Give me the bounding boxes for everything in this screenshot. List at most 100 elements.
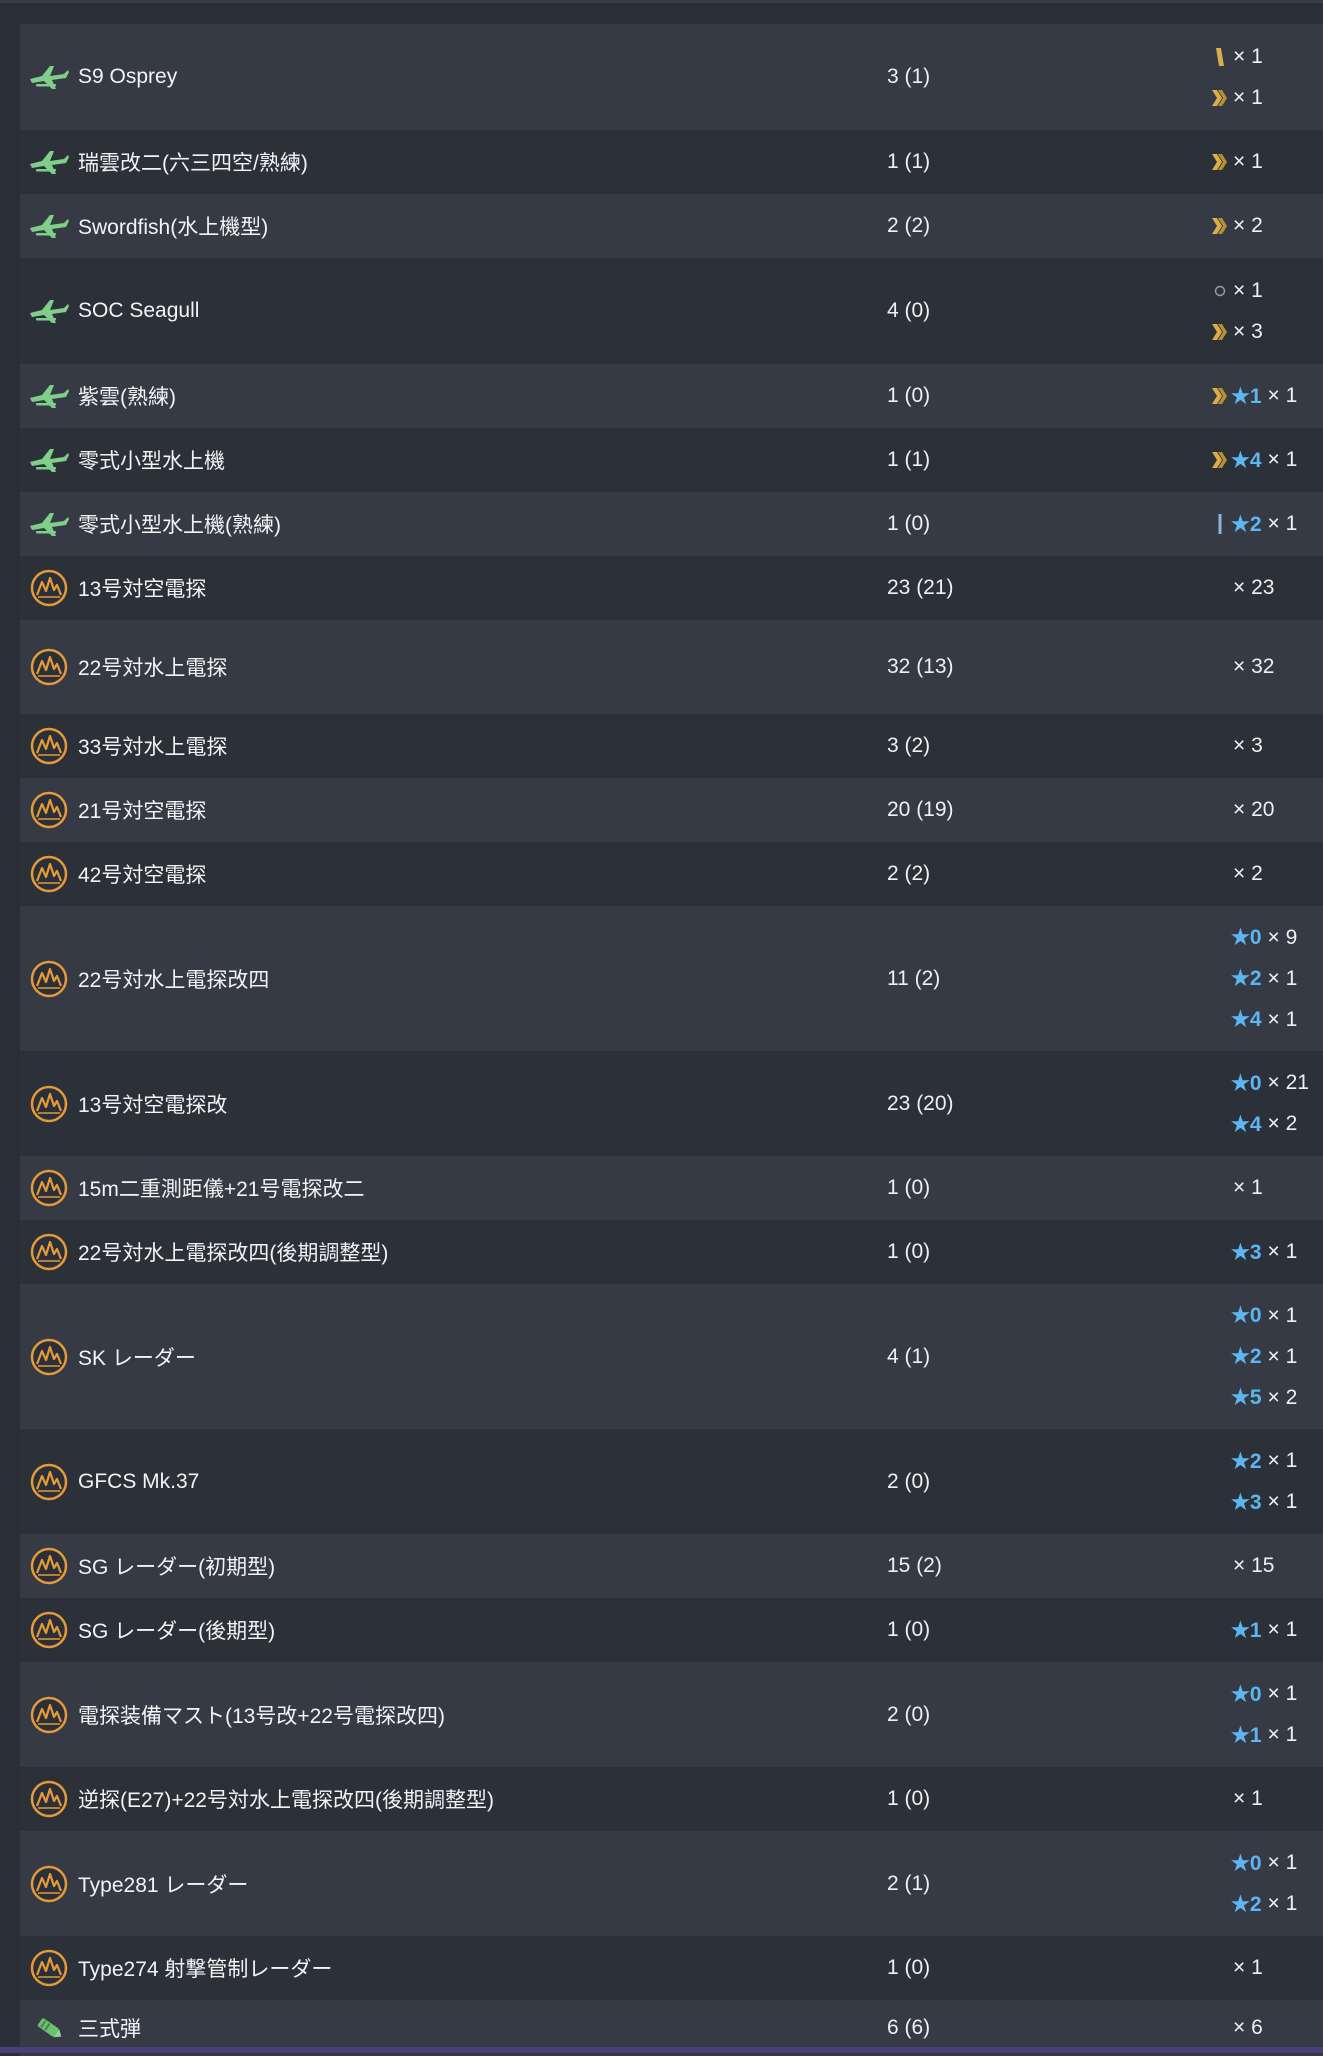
table-row[interactable]: 22号対水上電探 32 (13) × 32 [20, 620, 1323, 714]
equipment-count: 15 (2) [887, 1554, 942, 1577]
equipment-count: 1 (0) [887, 384, 931, 407]
quantity-label: × 1 [1267, 1449, 1298, 1472]
improvement-list: × 2 [1209, 854, 1263, 895]
quantity-label: × 1 [1267, 1490, 1298, 1513]
quantity-label: × 6 [1233, 2016, 1263, 2039]
quantity-label: × 20 [1233, 798, 1275, 821]
table-row[interactable]: SG レーダー(初期型) 15 (2) × 15 [20, 1534, 1323, 1598]
improvement-list: ★0 × 1 ★1 × 1 [1209, 1674, 1297, 1756]
table-row[interactable]: 33号対水上電探 3 (2) × 3 [20, 714, 1323, 778]
radar-icon [26, 723, 72, 769]
table-row[interactable]: GFCS Mk.37 2 (0) ★2 × 1 ★3 × 1 [20, 1429, 1323, 1534]
radar-icon [26, 1692, 72, 1738]
quantity-label: × 15 [1233, 1554, 1275, 1577]
table-row[interactable]: 零式小型水上機(熟練) 1 (0) ★2 × 1 [20, 492, 1323, 556]
equipment-count: 1 (1) [887, 448, 931, 471]
improvement-list: ★3 × 1 [1209, 1232, 1297, 1273]
quantity-label: × 1 [1267, 1303, 1298, 1327]
improvement-star: ★0 [1231, 1304, 1262, 1327]
radar-icon [26, 1543, 72, 1589]
seaplane-icon [26, 501, 72, 547]
improvement-list: × 1 [1209, 142, 1263, 183]
equipment-name: SG レーダー(後期型) [78, 1620, 276, 1643]
improvement-list: × 1 × 3 [1209, 270, 1263, 352]
radar-icon [26, 1945, 72, 1991]
quantity-label: × 3 [1233, 734, 1263, 757]
improvement-entry: × 20 [1209, 790, 1274, 831]
improvement-star: ★0 [1231, 1071, 1262, 1095]
equipment-name: Type274 射撃管制レーダー [78, 1958, 333, 1981]
improvement-list: × 20 [1209, 790, 1274, 831]
improvement-entry: × 1 [1209, 1779, 1263, 1820]
name-cell: SOC Seagull [20, 288, 887, 334]
equipment-name: 紫雲(熟練) [78, 386, 176, 409]
improvement-list: ★0 × 1 ★2 × 1 [1209, 1843, 1297, 1925]
table-row[interactable]: SK レーダー 4 (1) ★0 × 1 ★2 × 1 ★5 × 2 [20, 1284, 1323, 1429]
improvement-star: ★4 [1231, 448, 1262, 472]
table-row[interactable]: SOC Seagull 4 (0) × 1 × 3 [20, 258, 1323, 364]
table-row[interactable]: 42号対空電探 2 (2) × 2 [20, 842, 1323, 906]
name-cell: 22号対水上電探改四(後期調整型) [20, 1229, 887, 1275]
equipment-count: 3 (2) [887, 734, 931, 757]
improvement-entry: × 1 [1209, 1168, 1263, 1209]
improvement-list: × 1 [1209, 1948, 1263, 1989]
equipment-count: 23 (20) [887, 1091, 954, 1115]
name-cell: Swordfish(水上機型) [20, 203, 887, 249]
quantity-label: × 1 [1267, 1007, 1298, 1031]
improvement-list: ★0 × 1 ★2 × 1 ★5 × 2 [1209, 1295, 1297, 1418]
name-cell: 逆探(E27)+22号対水上電探改四(後期調整型) [20, 1776, 887, 1822]
improvement-entry: ★0 × 9 [1209, 917, 1297, 958]
radar-icon [26, 565, 72, 611]
table-row[interactable]: 22号対水上電探改四 11 (2) ★0 × 9 ★2 × 1 ★4 × 1 [20, 906, 1323, 1051]
equipment-count: 1 (0) [887, 1956, 931, 1979]
table-row[interactable]: 逆探(E27)+22号対水上電探改四(後期調整型) 1 (0) × 1 [20, 1767, 1323, 1831]
quantity-label: × 1 [1233, 1956, 1263, 1979]
improvement-entry: × 3 [1209, 311, 1263, 352]
improvement-entry: × 32 [1209, 647, 1274, 688]
improvement-entry: ★2 × 1 [1209, 1336, 1297, 1377]
table-row[interactable]: 電探装備マスト(13号改+22号電探改四) 2 (0) ★0 × 1 ★1 × 1 [20, 1662, 1323, 1767]
table-row[interactable]: SG レーダー(後期型) 1 (0) ★1 × 1 [20, 1598, 1323, 1662]
table-row[interactable]: 紫雲(熟練) 1 (0) ★1 × 1 [20, 364, 1323, 428]
table-row[interactable]: 21号対空電探 20 (19) × 20 [20, 778, 1323, 842]
radar-icon [26, 956, 72, 1002]
name-cell: 電探装備マスト(13号改+22号電探改四) [20, 1692, 887, 1738]
table-row[interactable]: Swordfish(水上機型) 2 (2) × 2 [20, 194, 1323, 258]
table-row[interactable]: 22号対水上電探改四(後期調整型) 1 (0) ★3 × 1 [20, 1220, 1323, 1284]
table-row[interactable]: 13号対空電探改 23 (20) ★0 × 21 ★4 × 2 [20, 1051, 1323, 1156]
name-cell: 零式小型水上機(熟練) [20, 501, 887, 547]
equipment-name: 零式小型水上機 [78, 450, 225, 473]
equipment-count: 1 (0) [887, 1176, 931, 1199]
improvement-entry: × 23 [1209, 568, 1274, 609]
improvement-star: ★5 [1231, 1386, 1262, 1409]
equipment-name: 逆探(E27)+22号対水上電探改四(後期調整型) [78, 1789, 494, 1812]
name-cell: 13号対空電探 [20, 565, 887, 611]
equipment-count: 1 (1) [887, 150, 931, 173]
equipment-name: 22号対水上電探改四(後期調整型) [78, 1242, 389, 1265]
improvement-entry: ★3 × 1 [1209, 1232, 1297, 1273]
improvement-star: ★2 [1231, 967, 1262, 990]
improvement-list: × 1 [1209, 1168, 1263, 1209]
table-row[interactable]: Type281 レーダー 2 (1) ★0 × 1 ★2 × 1 [20, 1831, 1323, 1936]
equipment-count: 4 (0) [887, 299, 931, 322]
table-row[interactable]: 13号対空電探 23 (21) × 23 [20, 556, 1323, 620]
proficiency-icon [1209, 513, 1231, 535]
equipment-count: 2 (2) [887, 862, 931, 885]
radar-icon [26, 1081, 72, 1127]
equipment-name: 13号対空電探 [78, 578, 207, 601]
table-row[interactable]: 零式小型水上機 1 (1) ★4 × 1 [20, 428, 1323, 492]
table-row[interactable]: Type274 射撃管制レーダー 1 (0) × 1 [20, 1936, 1323, 2000]
seaplane-icon [26, 139, 72, 185]
table-row[interactable]: S9 Osprey 3 (1) × 1 × 1 [20, 24, 1323, 130]
improvement-list: ★0 × 9 ★2 × 1 ★4 × 1 [1209, 917, 1297, 1040]
improvement-list: ★0 × 21 ★4 × 2 [1209, 1063, 1309, 1145]
name-cell: 紫雲(熟練) [20, 373, 887, 419]
seaplane-icon [26, 437, 72, 483]
radar-icon [26, 1334, 72, 1380]
improvement-entry: ★1 × 1 [1209, 1715, 1297, 1756]
table-row[interactable]: 瑞雲改二(六三四空/熟練) 1 (1) × 1 [20, 130, 1323, 194]
table-row[interactable]: 15m二重測距儀+21号電探改二 1 (0) × 1 [20, 1156, 1323, 1220]
radar-icon [26, 644, 72, 690]
quantity-label: × 1 [1233, 44, 1263, 68]
name-cell: 13号対空電探改 [20, 1081, 887, 1127]
